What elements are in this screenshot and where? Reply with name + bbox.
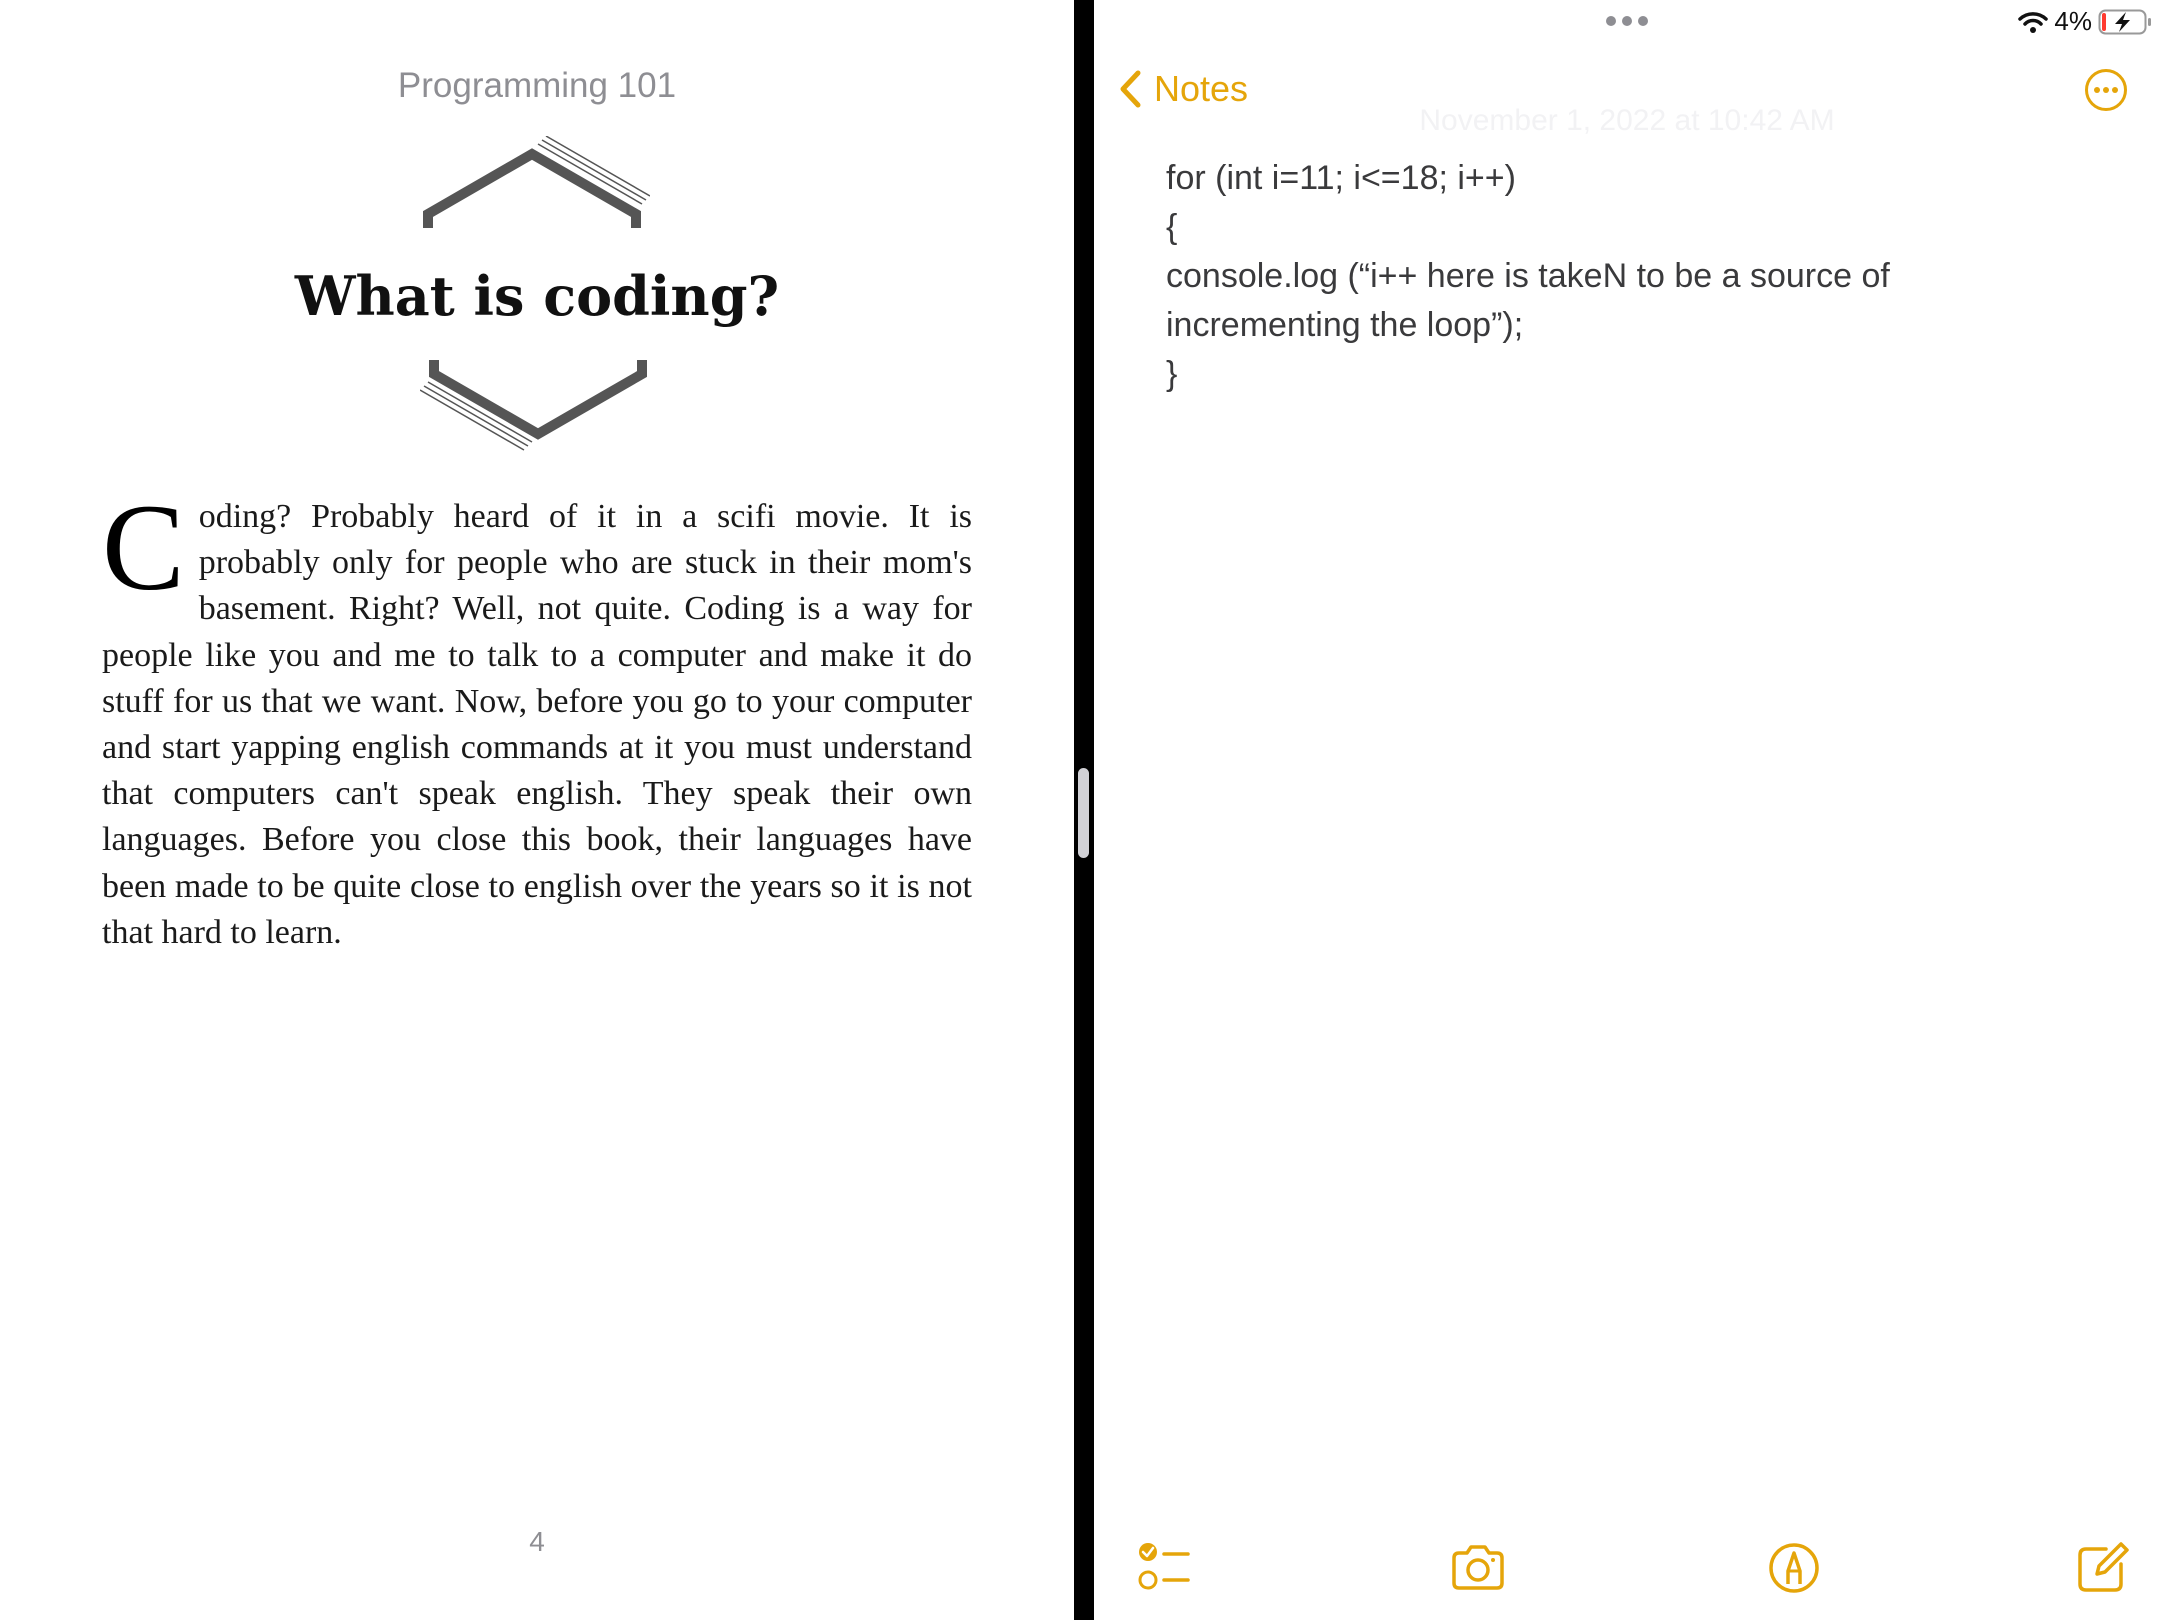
book-reader-pane: Programming 101 What is coding? Coding? …	[0, 0, 1074, 1620]
battery-percentage: 4%	[2054, 6, 2092, 36]
body-paragraph: oding? Probably heard of it in a scifi m…	[102, 498, 972, 951]
ornament-bottom-icon	[420, 360, 647, 451]
note-line: incrementing the loop”);	[1166, 306, 1524, 344]
chevron-left-icon	[1120, 70, 1141, 108]
wifi-icon	[2018, 11, 2049, 33]
notes-toolbar	[1094, 1538, 2160, 1608]
multitasking-menu-icon[interactable]	[1606, 16, 1648, 26]
page-number: 4	[529, 1526, 545, 1557]
checklist-icon[interactable]	[1136, 1538, 1196, 1598]
compose-icon[interactable]	[2072, 1538, 2132, 1598]
note-line: console.log (“i++ here is takeN to be a …	[1166, 257, 1890, 295]
battery-charging-icon	[2098, 9, 2151, 34]
book-title-header[interactable]: Programming 101	[0, 66, 1074, 106]
note-date: November 1, 2022 at 10:42 AM	[1419, 104, 1835, 137]
chapter-body-text: Coding? Probably heard of it in a scifi …	[102, 479, 972, 956]
markup-icon[interactable]	[1764, 1538, 1824, 1598]
notes-pane: 4% Notes November 1, 2022 at 10:42 AM fo…	[1094, 0, 2160, 1620]
split-view-handle[interactable]	[1078, 768, 1089, 858]
drop-cap: C	[102, 479, 185, 616]
note-line: }	[1166, 355, 1178, 393]
chapter-title: What is coding?	[294, 264, 780, 328]
ornament-top-icon	[423, 136, 650, 228]
status-bar: 4%	[2018, 6, 2152, 37]
note-line: for (int i=11; i<=18; i++)	[1166, 159, 1516, 197]
camera-icon[interactable]	[1448, 1538, 1508, 1598]
note-line: {	[1166, 208, 1178, 246]
note-content-editor[interactable]: for (int i=11; i<=18; i++) { console.log…	[1166, 154, 2066, 399]
